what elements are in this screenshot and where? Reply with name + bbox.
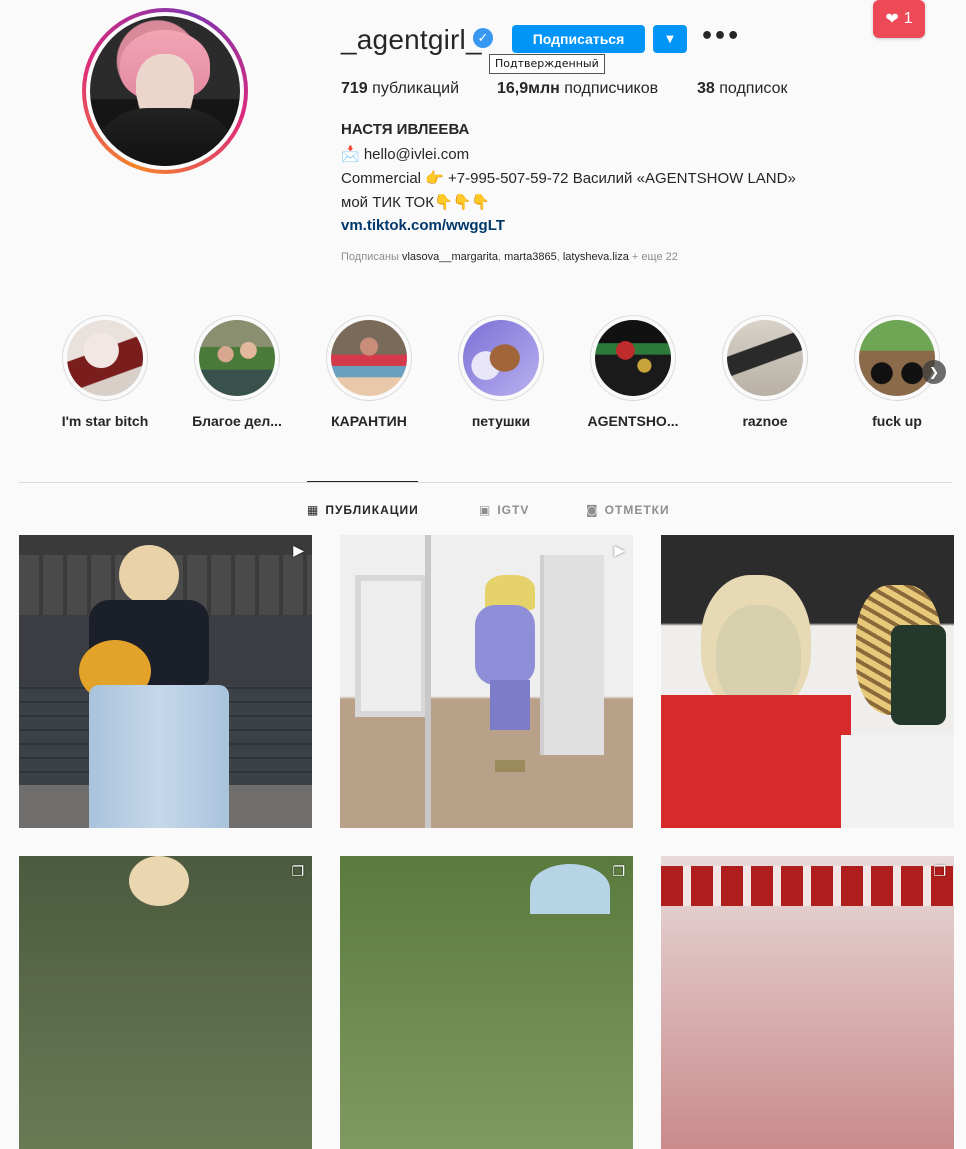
notification-count: 1 bbox=[903, 10, 913, 27]
suggestions-dropdown-button[interactable]: ▼ bbox=[653, 25, 687, 53]
highlight-cover bbox=[331, 320, 407, 396]
followed-by[interactable]: Подписаны vlasova__margarita, marta3865,… bbox=[341, 251, 678, 263]
profile-avatar-ring[interactable] bbox=[82, 8, 248, 174]
stat-following-label: подписок bbox=[719, 80, 788, 97]
carousel-icon: ❐ bbox=[291, 864, 304, 880]
avatar-border bbox=[86, 12, 244, 170]
tab-igtv[interactable]: ▣ IGTV bbox=[479, 503, 529, 517]
tab-posts-label: ПУБЛИКАЦИИ bbox=[325, 503, 419, 517]
video-icon: ▶ bbox=[293, 543, 304, 559]
highlight-label: I'm star bitch bbox=[61, 413, 149, 429]
highlight-cover bbox=[859, 320, 935, 396]
post-tile[interactable]: ▶ bbox=[19, 535, 312, 828]
carousel-icon: ❐ bbox=[933, 864, 946, 880]
tab-tagged[interactable]: ◙ ОТМЕТКИ bbox=[586, 503, 670, 517]
carousel-icon: ❐ bbox=[612, 864, 625, 880]
verified-badge-icon[interactable]: ✓ bbox=[473, 28, 493, 48]
grid-icon: ▦ bbox=[307, 503, 320, 517]
followed-by-user[interactable]: marta3865 bbox=[504, 251, 557, 263]
stat-posts-count: 719 bbox=[341, 80, 368, 97]
highlight-item[interactable]: AGENTSHO... bbox=[583, 315, 683, 429]
highlight-label: петушки bbox=[471, 413, 531, 429]
bio-link[interactable]: vm.tiktok.com/wwggLT bbox=[341, 217, 505, 234]
profile-full-name: НАСТЯ ИВЛЕЕВА bbox=[341, 121, 470, 138]
activity-notification[interactable]: ❤ 1 bbox=[873, 0, 925, 38]
tab-tagged-label: ОТМЕТКИ bbox=[604, 503, 670, 517]
stat-following[interactable]: 38 подписок bbox=[697, 80, 787, 98]
highlight-ring bbox=[62, 315, 148, 401]
highlights-next-chevron-icon[interactable]: ❯ bbox=[922, 360, 946, 384]
highlight-label: raznoe bbox=[742, 413, 788, 429]
bio-commercial: Commercial 👉 +7-995-507-59-72 Василий «A… bbox=[341, 170, 796, 187]
stat-following-count: 38 bbox=[697, 80, 715, 97]
stat-posts: 719 публикаций bbox=[341, 80, 459, 98]
stat-posts-label: публикаций bbox=[372, 80, 460, 97]
highlight-label: AGENTSHO... bbox=[587, 413, 679, 429]
more-options-icon[interactable]: ••• bbox=[700, 22, 740, 52]
highlight-ring bbox=[194, 315, 280, 401]
video-icon: ▶ bbox=[614, 543, 625, 559]
username: _agentgirl_ bbox=[341, 24, 482, 55]
highlight-ring bbox=[458, 315, 544, 401]
bio-email: 📩 hello@ivlei.com bbox=[341, 146, 470, 163]
avatar-jacket bbox=[90, 108, 240, 166]
highlight-cover bbox=[595, 320, 671, 396]
tagged-icon: ◙ bbox=[586, 503, 599, 517]
igtv-icon: ▣ bbox=[479, 503, 492, 517]
stat-followers-label: подписчиков bbox=[564, 80, 659, 97]
highlight-ring bbox=[854, 315, 940, 401]
highlight-item[interactable]: Благое дел... bbox=[187, 315, 287, 429]
highlight-cover bbox=[199, 320, 275, 396]
avatar[interactable] bbox=[90, 16, 240, 166]
bio-tiktok: мой ТИК ТОК👇👇👇 bbox=[341, 194, 490, 211]
highlight-item[interactable]: raznoe bbox=[715, 315, 815, 429]
tab-posts[interactable]: ▦ ПУБЛИКАЦИИ bbox=[307, 503, 419, 517]
tabs-divider bbox=[19, 482, 952, 483]
highlight-item[interactable]: I'm star bitch bbox=[55, 315, 155, 429]
followed-by-user[interactable]: vlasova__margarita bbox=[402, 251, 498, 263]
followed-by-user[interactable]: latysheva.liza bbox=[563, 251, 629, 263]
post-tile[interactable] bbox=[661, 535, 954, 828]
followed-by-prefix: Подписаны bbox=[341, 251, 399, 263]
follow-button[interactable]: Подписаться bbox=[512, 25, 645, 53]
stat-followers[interactable]: 16,9млн подписчиков bbox=[497, 80, 658, 98]
active-tab-indicator bbox=[307, 481, 418, 482]
highlight-ring bbox=[326, 315, 412, 401]
highlight-item[interactable]: петушки bbox=[451, 315, 551, 429]
highlight-cover bbox=[463, 320, 539, 396]
highlight-cover bbox=[67, 320, 143, 396]
highlight-ring bbox=[590, 315, 676, 401]
highlight-label: Благое дел... bbox=[192, 413, 282, 429]
post-tile[interactable]: ▶ bbox=[340, 535, 633, 828]
highlight-cover bbox=[727, 320, 803, 396]
highlight-item[interactable]: КАРАНТИН bbox=[319, 315, 419, 429]
highlight-label: КАРАНТИН bbox=[331, 413, 407, 429]
tab-igtv-label: IGTV bbox=[497, 503, 530, 517]
heart-icon: ❤ bbox=[885, 11, 899, 28]
highlight-ring bbox=[722, 315, 808, 401]
followed-by-more[interactable]: + еще 22 bbox=[632, 251, 678, 263]
verified-tooltip: Подтвержденный bbox=[489, 54, 605, 74]
highlight-label: fuck up bbox=[872, 413, 922, 429]
stat-followers-count: 16,9млн bbox=[497, 80, 560, 97]
